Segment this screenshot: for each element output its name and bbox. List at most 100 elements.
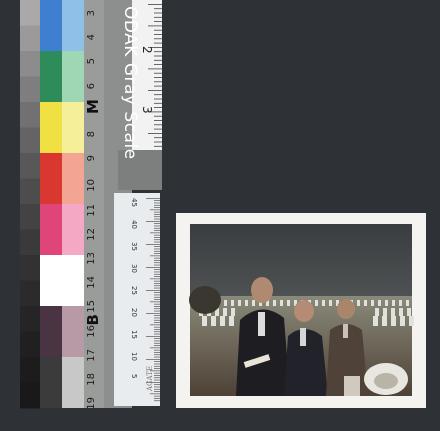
patch-number: 16	[86, 324, 97, 338]
gray-step	[20, 204, 40, 230]
ruler-tick	[154, 308, 160, 310]
ruler-tick	[154, 214, 160, 215]
grave-marker	[383, 308, 387, 316]
patch-number: 4	[86, 34, 97, 41]
ruler-tick	[154, 315, 160, 316]
ruler-tick	[154, 204, 160, 206]
color-patch	[62, 0, 84, 51]
ruler-tick	[154, 326, 160, 328]
ruler-tick	[154, 115, 162, 117]
gray-step	[20, 102, 40, 128]
ruler-tick	[154, 365, 160, 367]
color-patch	[40, 204, 62, 255]
agate-ruler-number: 15	[130, 330, 138, 339]
ruler-tick	[148, 68, 162, 70]
ruler-tick	[154, 317, 160, 319]
grave-marker	[409, 316, 414, 326]
gray-step	[20, 25, 40, 52]
ruler-tick	[146, 336, 160, 337]
grave-marker	[223, 308, 227, 316]
ruler-tick	[154, 319, 160, 321]
gray-step	[20, 331, 40, 358]
gray-step	[20, 229, 40, 256]
ruler-tick	[154, 55, 162, 57]
wreath-center	[374, 373, 398, 389]
grave-marker	[273, 300, 276, 306]
grave-marker	[406, 300, 409, 306]
top-ruler-number: 3	[140, 106, 154, 114]
grave-marker	[287, 300, 290, 306]
ruler-tick	[154, 331, 160, 333]
grave-marker	[382, 316, 387, 326]
ruler-tick	[154, 377, 160, 379]
ruler-tick	[154, 285, 160, 287]
grave-marker	[399, 308, 403, 316]
gray-step	[20, 178, 40, 205]
ruler-tick	[148, 4, 162, 5]
ruler-tick	[154, 388, 160, 390]
ruler-tick	[154, 59, 162, 61]
ruler-tick	[150, 301, 160, 303]
ruler-tick	[154, 322, 160, 323]
grave-marker	[229, 316, 234, 326]
ruler-tick	[154, 379, 160, 381]
ruler-tick	[154, 345, 160, 346]
ruler-tick	[154, 29, 162, 31]
ruler-tick	[154, 124, 162, 126]
ruler-tick	[154, 395, 160, 397]
ruler-tick	[154, 352, 160, 353]
ruler-tick	[154, 85, 162, 87]
ruler-tick	[154, 51, 162, 53]
patch-number: 13	[86, 252, 97, 265]
ruler-tick	[146, 198, 160, 199]
grave-marker	[407, 308, 411, 316]
grave-marker	[220, 316, 225, 326]
ruler-tick	[154, 207, 160, 208]
agate-ruler-number: 30	[130, 264, 138, 273]
ruler-tick	[154, 234, 160, 236]
grave-marker	[322, 300, 325, 306]
grave-marker	[231, 308, 235, 316]
color-patch	[62, 51, 84, 102]
color-patch	[40, 255, 62, 306]
grave-marker	[231, 300, 234, 306]
patch-number: 11	[86, 203, 97, 217]
grave-marker	[357, 300, 360, 306]
ruler-tick	[150, 209, 160, 211]
gray-step-strip	[20, 0, 40, 409]
grave-marker	[392, 300, 395, 306]
patch-number: 9	[86, 155, 97, 162]
ruler-tick	[154, 338, 160, 339]
gray-step	[20, 76, 40, 103]
ruler-tick	[154, 128, 162, 130]
ruler-tick	[154, 21, 162, 22]
gray-step	[20, 255, 40, 281]
ruler-tick	[154, 72, 162, 74]
color-patch	[62, 204, 84, 255]
color-patch	[40, 0, 62, 51]
grave-marker	[378, 300, 381, 306]
grave-marker	[391, 316, 396, 326]
patch-number: 14	[86, 276, 97, 289]
ruler-tick	[150, 278, 160, 280]
top-ruler-number: 2	[140, 46, 154, 54]
color-patch	[62, 255, 84, 306]
grave-marker	[375, 308, 379, 316]
color-patch	[40, 357, 62, 408]
ruler-tick	[154, 250, 160, 252]
ruler-tick	[154, 42, 162, 44]
gray-step	[20, 357, 40, 383]
agate-ruler-number: 20	[130, 308, 138, 317]
agate-ruler-number: 5	[130, 374, 138, 379]
ruler-tick	[154, 94, 162, 96]
gray-step	[20, 280, 40, 307]
ruler-tick	[148, 133, 162, 134]
ruler-tick	[146, 244, 160, 245]
ruler-tick	[154, 391, 160, 392]
gray-scale-label: ODAK Gray Scale	[120, 6, 140, 160]
ruler-tick	[154, 354, 160, 356]
ruler-tick	[154, 306, 160, 307]
ruler-tick	[154, 386, 160, 388]
gray-step	[20, 127, 40, 154]
ruler-tick	[154, 120, 162, 121]
